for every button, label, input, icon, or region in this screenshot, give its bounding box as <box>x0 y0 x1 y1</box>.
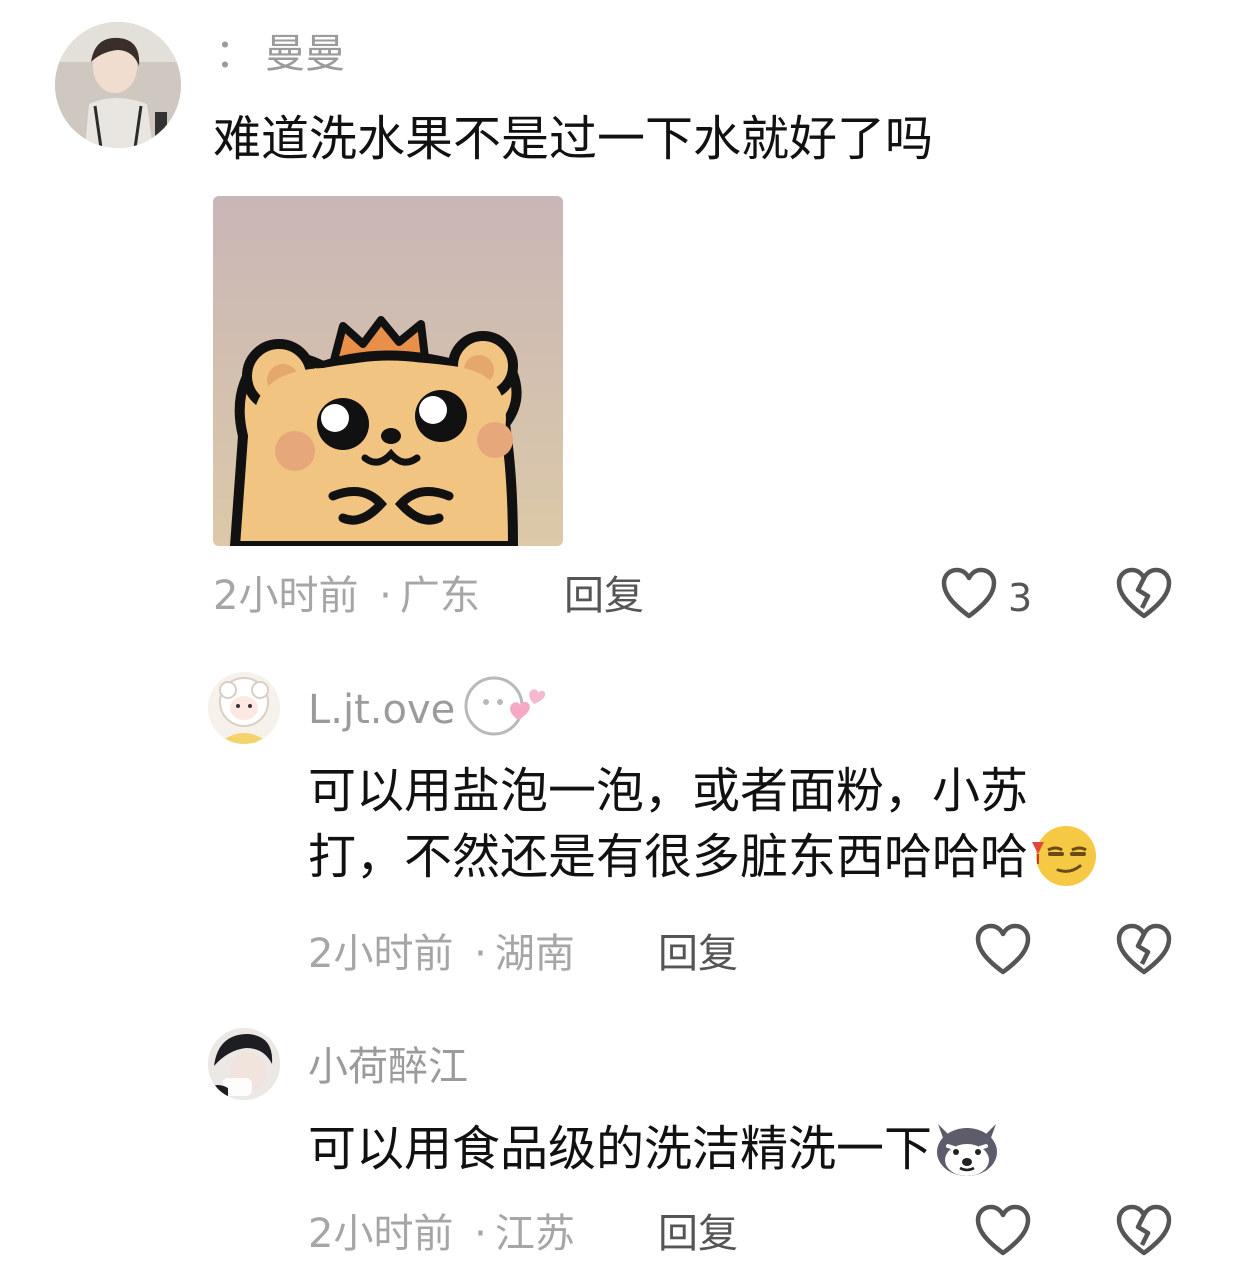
comment-meta: 2小时前 · 广东 <box>213 572 480 620</box>
avatar[interactable] <box>208 1028 280 1100</box>
comment-text-line: 可以用盐泡一泡，或者面粉，小苏 <box>308 763 1029 819</box>
reply-button[interactable]: 回复 <box>564 572 644 620</box>
meta-separator: · <box>474 1211 487 1257</box>
like-button[interactable] <box>974 1203 1032 1263</box>
like-button[interactable] <box>940 566 998 626</box>
heart-outline-icon <box>975 923 1031 975</box>
heart-bubble-decoration-icon <box>464 676 546 736</box>
comment-text: 难道洗水果不是过一下水就好了吗 <box>213 111 934 167</box>
comment-meta: 2小时前 · 湖南 <box>308 930 575 978</box>
meta-separator: · <box>474 931 487 977</box>
heart-outline-icon <box>975 1204 1031 1256</box>
smirk-emoji-icon <box>1032 826 1097 886</box>
avatar[interactable] <box>208 672 280 744</box>
dislike-button[interactable] <box>1115 922 1173 982</box>
comment-text: 可以用食品级的洗洁精洗一下 <box>308 1121 933 1177</box>
sticker-image[interactable] <box>213 196 563 546</box>
comment-text: 可以用盐泡一泡，或者面粉，小苏 打，不然还是有很多脏东西哈哈哈 <box>308 758 1098 890</box>
comment-location: 广东 <box>399 573 480 619</box>
username-prefix: ： <box>215 31 255 77</box>
comment-time: 2小时前 <box>308 1211 454 1257</box>
reply-button[interactable]: 回复 <box>658 1210 738 1258</box>
comment-time: 2小时前 <box>308 931 454 977</box>
comment-time: 2小时前 <box>213 573 359 619</box>
username: 曼曼 <box>265 31 345 77</box>
broken-heart-icon <box>1116 923 1172 975</box>
avatar[interactable] <box>55 22 181 148</box>
comment-meta: 2小时前 · 江苏 <box>308 1210 575 1258</box>
comment-text-line: 打，不然还是有很多脏东西哈哈哈 <box>308 829 1029 885</box>
comment-text-line-wrap: 打，不然还是有很多脏东西哈哈哈 <box>308 824 1098 890</box>
username-row[interactable]: ：曼曼 <box>215 30 345 78</box>
broken-heart-icon <box>1116 1204 1172 1256</box>
dislike-button[interactable] <box>1115 1203 1173 1263</box>
dislike-button[interactable] <box>1115 566 1173 626</box>
username: 小荷醉江 <box>308 1044 468 1090</box>
like-count: 3 <box>1008 576 1033 620</box>
comment-location: 湖南 <box>494 931 575 977</box>
broken-heart-icon <box>1116 567 1172 619</box>
like-button[interactable] <box>974 922 1032 982</box>
username-row[interactable]: 小荷醉江 <box>308 1043 468 1091</box>
username: L.jt.ove <box>308 687 456 733</box>
reply-button[interactable]: 回复 <box>658 930 738 978</box>
username-row[interactable]: L.jt.ove <box>308 686 455 734</box>
username-decoration <box>456 674 556 744</box>
husky-emoji-icon <box>937 1124 998 1176</box>
comment-text-wrap: 可以用食品级的洗洁精洗一下 <box>308 1116 1002 1182</box>
heart-outline-icon <box>941 567 997 619</box>
meta-separator: · <box>379 573 392 619</box>
comment-location: 江苏 <box>494 1211 575 1257</box>
